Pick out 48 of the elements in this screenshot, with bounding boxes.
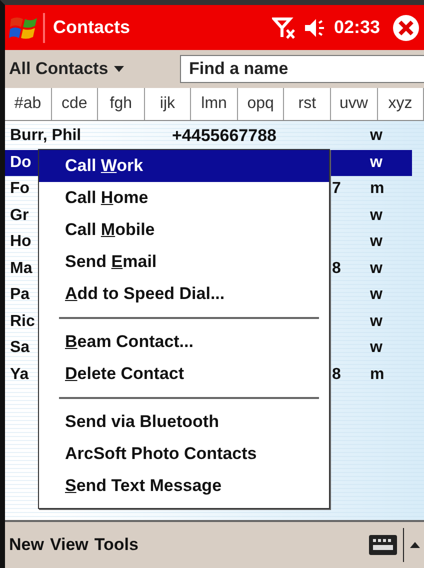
- contact-name: Do: [10, 154, 32, 172]
- menu-item[interactable]: Call Home: [39, 182, 329, 214]
- contact-name: Gr: [10, 206, 29, 225]
- menu-item[interactable]: Send Email: [39, 246, 329, 278]
- number-type: w: [369, 127, 384, 146]
- up-arrow-icon[interactable]: [410, 542, 420, 548]
- phone-number: 7: [332, 180, 341, 198]
- number-type: m: [369, 366, 386, 384]
- menu-item[interactable]: Send Text Message: [39, 470, 329, 502]
- contact-name: Fo: [10, 180, 30, 198]
- keyboard-icon[interactable]: [369, 535, 397, 555]
- contact-name: Ya: [10, 366, 29, 384]
- number-type: w: [369, 260, 384, 278]
- menu-item[interactable]: Send via Bluetooth: [39, 406, 329, 438]
- number-type: w: [369, 154, 384, 172]
- phone-number: 8: [332, 366, 341, 383]
- phone-number: +4455667788: [172, 126, 276, 146]
- menu-item[interactable]: Beam Contact...: [39, 326, 329, 358]
- contact-name: Ric: [10, 312, 35, 331]
- number-type: w: [369, 286, 384, 304]
- close-icon[interactable]: [392, 14, 420, 42]
- category-dropdown[interactable]: All Contacts: [5, 59, 180, 79]
- menu-item[interactable]: ArcSoft Photo Contacts: [39, 438, 329, 470]
- menu-item[interactable]: Add to Speed Dial...: [39, 278, 329, 310]
- number-type: w: [369, 339, 384, 358]
- caret-icon: [114, 66, 124, 72]
- menu-bar-item[interactable]: Tools: [94, 535, 138, 555]
- menu-bar-item[interactable]: View: [50, 535, 88, 555]
- contact-name: Ho: [10, 233, 32, 252]
- phone-number: 8: [332, 260, 341, 277]
- menu-item[interactable]: Call Mobile: [39, 214, 329, 246]
- number-type: w: [369, 233, 384, 252]
- windows-flag-icon[interactable]: [9, 12, 45, 42]
- number-type: w: [369, 312, 384, 331]
- menu-bar-item[interactable]: New: [9, 535, 44, 555]
- search-field[interactable]: Find a name: [180, 55, 424, 83]
- number-type: w: [369, 206, 384, 225]
- contact-name: Ma: [10, 260, 32, 278]
- number-type: m: [369, 180, 386, 198]
- contact-name: Burr, Phil: [10, 127, 82, 146]
- clock-time[interactable]: 02:33: [334, 17, 380, 38]
- contact-name: Pa: [10, 286, 30, 304]
- contact-name: Sa: [10, 339, 30, 358]
- window-title: Contacts: [53, 17, 130, 38]
- signal-off-icon[interactable]: [272, 16, 296, 40]
- speaker-icon[interactable]: [304, 16, 326, 38]
- menu-item[interactable]: Delete Contact: [39, 358, 329, 390]
- menu-item[interactable]: Call Work: [39, 150, 329, 182]
